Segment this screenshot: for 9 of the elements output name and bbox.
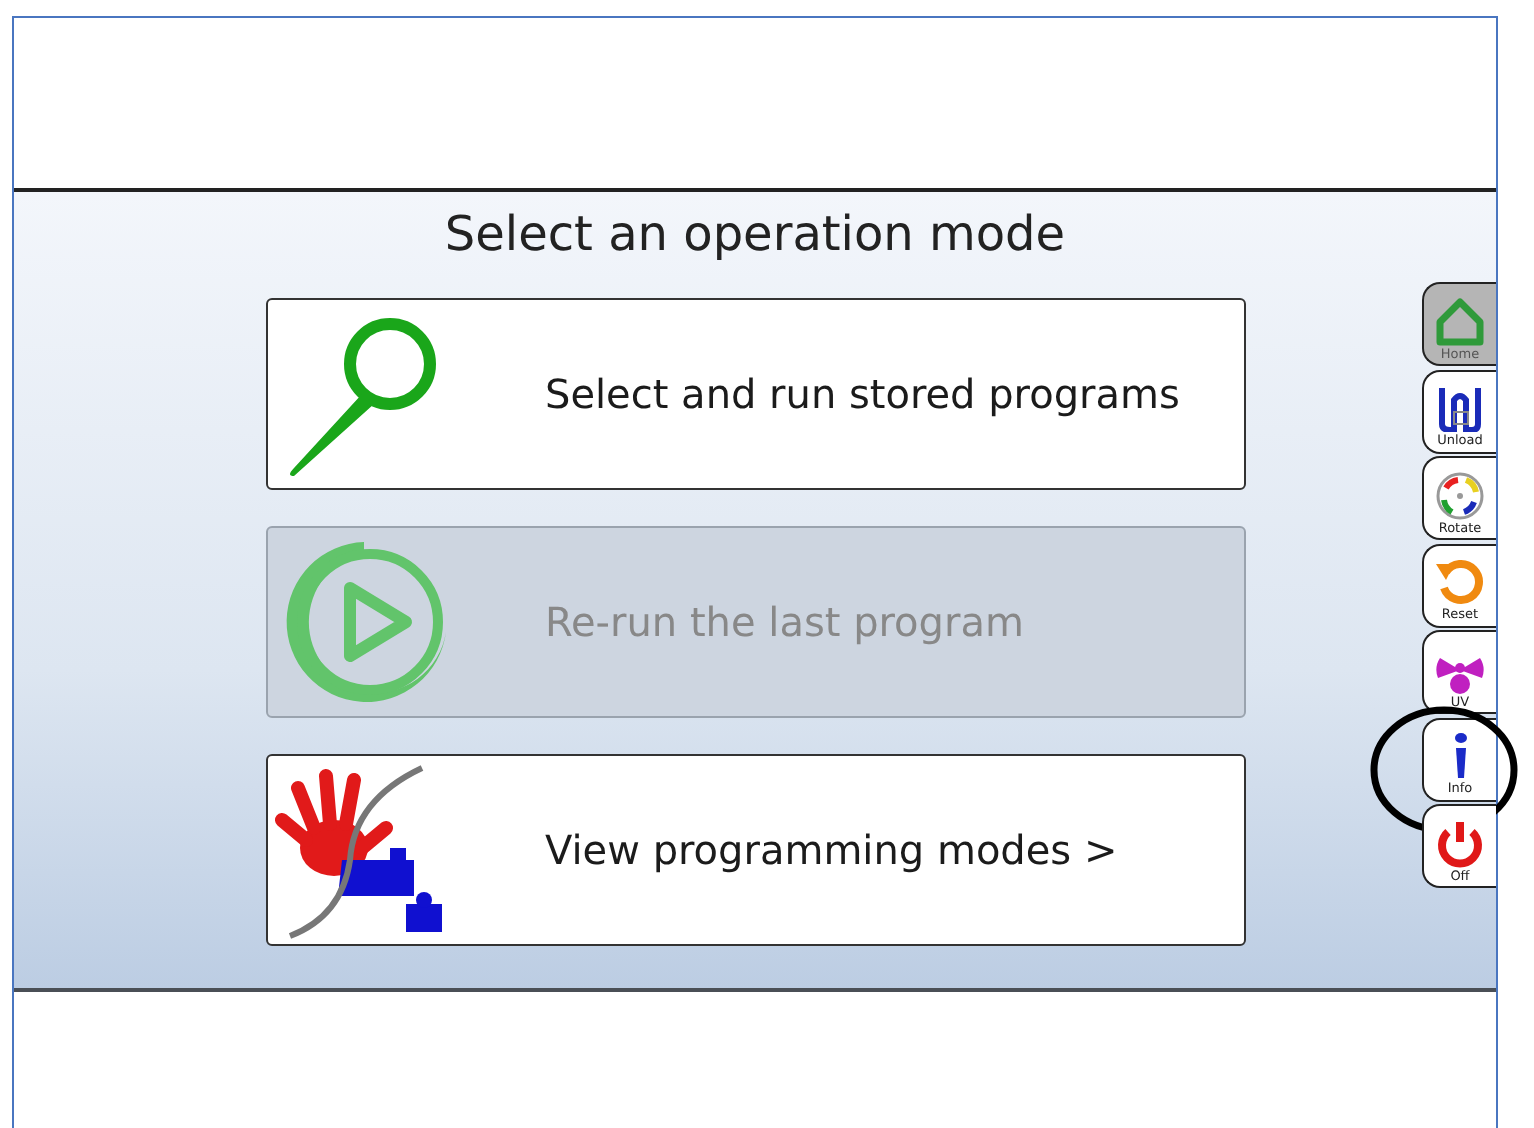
option-button[interactable]: View programming modes > bbox=[265, 754, 1245, 946]
house-icon bbox=[1434, 297, 1486, 345]
tray-icon bbox=[1434, 384, 1486, 432]
info-icon bbox=[1453, 732, 1467, 780]
screen-title: Select an operation mode bbox=[444, 204, 1066, 264]
option-button[interactable]: Select and run stored programs bbox=[265, 298, 1245, 490]
power-icon bbox=[1434, 819, 1486, 867]
rotor-icon bbox=[1434, 471, 1486, 519]
circular-arrow-icon bbox=[1434, 558, 1486, 606]
